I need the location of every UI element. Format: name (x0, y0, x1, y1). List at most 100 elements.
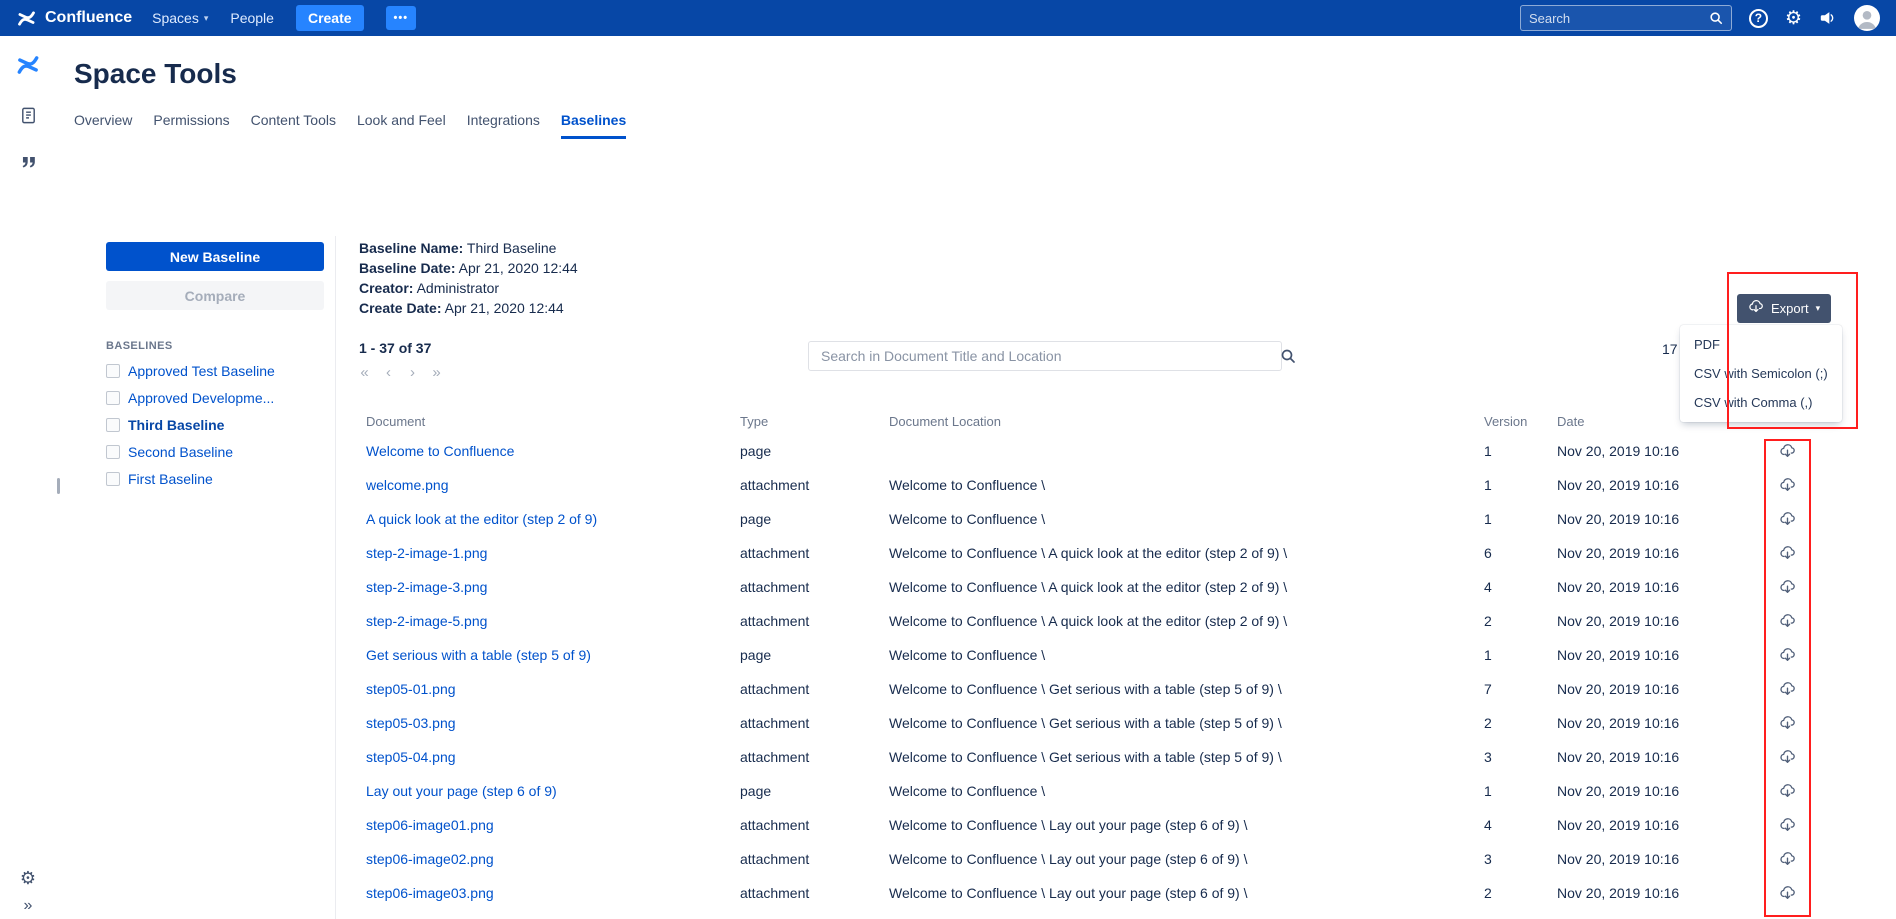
download-icon[interactable] (1740, 885, 1834, 902)
space-logo-icon[interactable] (15, 52, 41, 78)
pagination-next-page[interactable]: › (404, 364, 421, 381)
sidebar-resize-handle[interactable] (57, 478, 60, 494)
confluence-home-link[interactable]: Confluence (16, 8, 132, 29)
download-icon[interactable] (1740, 511, 1834, 528)
download-icon[interactable] (1740, 579, 1834, 596)
pagination-previous-page[interactable]: ‹ (380, 364, 397, 381)
document-link[interactable]: step-2-image-5.png (366, 613, 740, 629)
document-location: Welcome to Confluence \ A quick look at … (889, 613, 1484, 629)
download-icon[interactable] (1740, 681, 1834, 698)
document-date: Nov 20, 2019 10:16 (1557, 681, 1740, 697)
more-button[interactable]: ••• (386, 6, 417, 30)
export-menu-item-csv-with-semicolon[interactable]: CSV with Semicolon (;) (1680, 359, 1842, 388)
document-location: Welcome to Confluence \ (889, 647, 1484, 663)
document-link[interactable]: step-2-image-3.png (366, 579, 740, 595)
space-settings-icon[interactable]: ⚙ (20, 869, 36, 887)
document-link[interactable]: step05-03.png (366, 715, 740, 731)
document-version: 2 (1484, 715, 1557, 731)
document-date: Nov 20, 2019 10:16 (1557, 443, 1740, 459)
document-link[interactable]: step05-01.png (366, 681, 740, 697)
baseline-checkbox[interactable] (106, 391, 120, 405)
download-icon[interactable] (1740, 817, 1834, 834)
document-link[interactable]: welcome.png (366, 477, 740, 493)
baseline-link-approved-test-baseline[interactable]: Approved Test Baseline (128, 363, 275, 379)
user-avatar[interactable] (1854, 5, 1880, 31)
detail-value: Administrator (413, 280, 499, 296)
download-icon[interactable] (1740, 715, 1834, 732)
tab-baselines[interactable]: Baselines (561, 112, 626, 139)
nav-spaces[interactable]: Spaces ▾ (152, 10, 208, 26)
document-link[interactable]: step-2-image-1.png (366, 545, 740, 561)
download-icon[interactable] (1740, 783, 1834, 800)
document-link[interactable]: step06-image02.png (366, 851, 740, 867)
download-icon[interactable] (1740, 647, 1834, 664)
document-link[interactable]: step05-04.png (366, 749, 740, 765)
baseline-link-first-baseline[interactable]: First Baseline (128, 471, 213, 487)
document-search-input[interactable] (808, 341, 1282, 371)
tab-content-tools[interactable]: Content Tools (251, 112, 336, 139)
document-link[interactable]: Get serious with a table (step 5 of 9) (366, 647, 740, 663)
baseline-checkbox[interactable] (106, 445, 120, 459)
search-icon[interactable] (1709, 11, 1723, 25)
download-icon[interactable] (1740, 545, 1834, 562)
export-menu-item-csv-with-comma[interactable]: CSV with Comma (,) (1680, 388, 1842, 417)
quotes-icon[interactable] (19, 153, 38, 172)
top-nav: Spaces ▾ People Create ••• (152, 5, 416, 31)
detail-label: Create Date: (359, 300, 441, 316)
export-menu-item-pdf[interactable]: PDF (1680, 330, 1842, 359)
document-date: Nov 20, 2019 10:16 (1557, 511, 1740, 527)
document-type: attachment (740, 715, 889, 731)
settings-gear-icon[interactable]: ⚙ (1785, 9, 1802, 28)
baseline-checkbox[interactable] (106, 418, 120, 432)
document-link[interactable]: A quick look at the editor (step 2 of 9) (366, 511, 740, 527)
pages-icon[interactable] (19, 106, 38, 125)
tab-look-and-feel[interactable]: Look and Feel (357, 112, 446, 139)
document-link[interactable]: Lay out your page (step 6 of 9) (366, 783, 740, 799)
table-row: step05-03.pngattachmentWelcome to Conflu… (352, 706, 1834, 740)
baseline-link-approved-developme[interactable]: Approved Developme... (128, 390, 274, 406)
help-icon[interactable]: ? (1749, 9, 1768, 28)
new-baseline-button[interactable]: New Baseline (106, 242, 324, 271)
tab-permissions[interactable]: Permissions (153, 112, 229, 139)
table-row: Welcome to Confluencepage1Nov 20, 2019 1… (352, 434, 1834, 468)
baseline-item-third-baseline: Third Baseline (106, 417, 324, 433)
download-icon[interactable] (1740, 749, 1834, 766)
document-link[interactable]: step06-image01.png (366, 817, 740, 833)
pagination-last-page[interactable]: » (428, 364, 445, 381)
nav-people[interactable]: People (230, 10, 274, 26)
document-version: 2 (1484, 613, 1557, 629)
download-icon[interactable] (1740, 851, 1834, 868)
table-row: Get serious with a table (step 5 of 9)pa… (352, 638, 1834, 672)
table-row: welcome.pngattachmentWelcome to Confluen… (352, 468, 1834, 502)
baseline-checkbox[interactable] (106, 364, 120, 378)
document-version: 1 (1484, 443, 1557, 459)
download-icon[interactable] (1740, 613, 1834, 630)
baseline-checkbox[interactable] (106, 472, 120, 486)
pagination-first-page[interactable]: « (356, 364, 373, 381)
column-header-document: Document (366, 414, 740, 429)
document-type: page (740, 511, 889, 527)
baseline-link-third-baseline[interactable]: Third Baseline (128, 417, 224, 433)
document-type: attachment (740, 613, 889, 629)
export-button[interactable]: Export ▾ (1737, 294, 1831, 323)
document-link[interactable]: Welcome to Confluence (366, 443, 740, 459)
document-link[interactable]: step06-image03.png (366, 885, 740, 901)
expand-sidebar-icon[interactable]: » (24, 897, 33, 915)
baseline-link-second-baseline[interactable]: Second Baseline (128, 444, 233, 460)
document-date: Nov 20, 2019 10:16 (1557, 477, 1740, 493)
document-date: Nov 20, 2019 10:16 (1557, 783, 1740, 799)
table-row: A quick look at the editor (step 2 of 9)… (352, 502, 1834, 536)
document-date: Nov 20, 2019 10:16 (1557, 715, 1740, 731)
announcement-icon[interactable] (1819, 9, 1837, 27)
create-button[interactable]: Create (296, 5, 364, 31)
compare-button[interactable]: Compare (106, 281, 324, 310)
download-icon[interactable] (1740, 443, 1834, 460)
document-search-icon[interactable] (1280, 348, 1296, 364)
global-search-input[interactable] (1529, 11, 1709, 26)
document-type: attachment (740, 851, 889, 867)
download-icon[interactable] (1740, 477, 1834, 494)
tab-overview[interactable]: Overview (74, 112, 132, 139)
baseline-details: Baseline Name: Third BaselineBaseline Da… (359, 238, 578, 318)
tab-integrations[interactable]: Integrations (467, 112, 540, 139)
table-row: step06-image03.pngattachmentWelcome to C… (352, 876, 1834, 910)
